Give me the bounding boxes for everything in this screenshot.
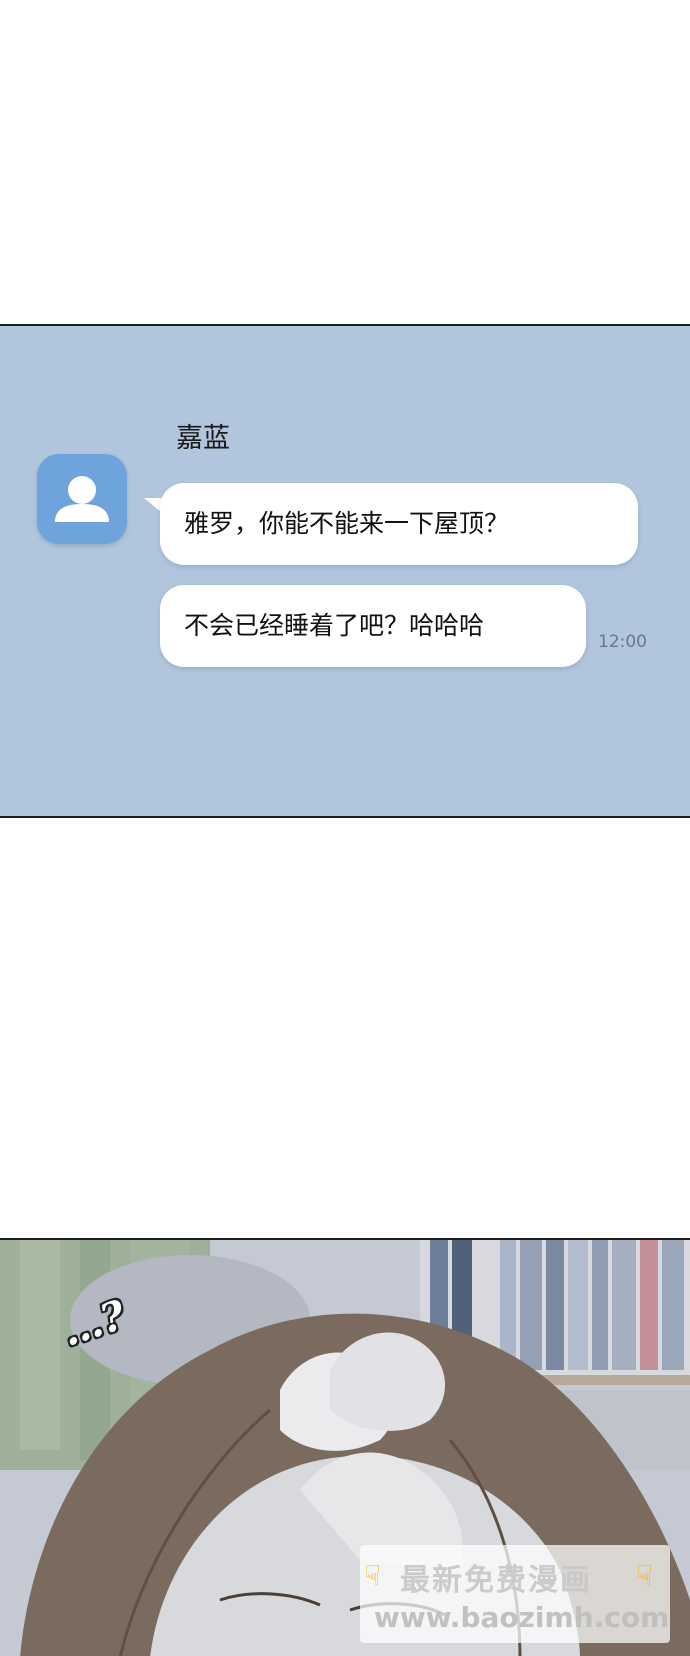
message-bubble: 雅罗，你能不能来一下屋顶？ [160,483,638,565]
pointing-hand-icon: ☟ [364,1559,382,1592]
watermark-url: www.baozimh.com [374,1601,670,1634]
watermark-title: 最新免费漫画 [400,1563,592,1598]
message-timestamp: 12:00 [598,632,647,652]
pointing-hand-icon: ☟ [636,1559,654,1592]
user-icon [55,476,109,522]
watermark: ☟ 最新免费漫画 ☟ www.baozimh.com [360,1545,670,1643]
sender-name: 嘉蓝 [176,423,230,454]
chat-panel: 嘉蓝 雅罗，你能不能来一下屋顶？ 不会已经睡着了吧？哈哈哈 12:00 [0,324,690,818]
avatar [37,454,127,544]
message-bubble: 不会已经睡着了吧？哈哈哈 [160,585,586,667]
